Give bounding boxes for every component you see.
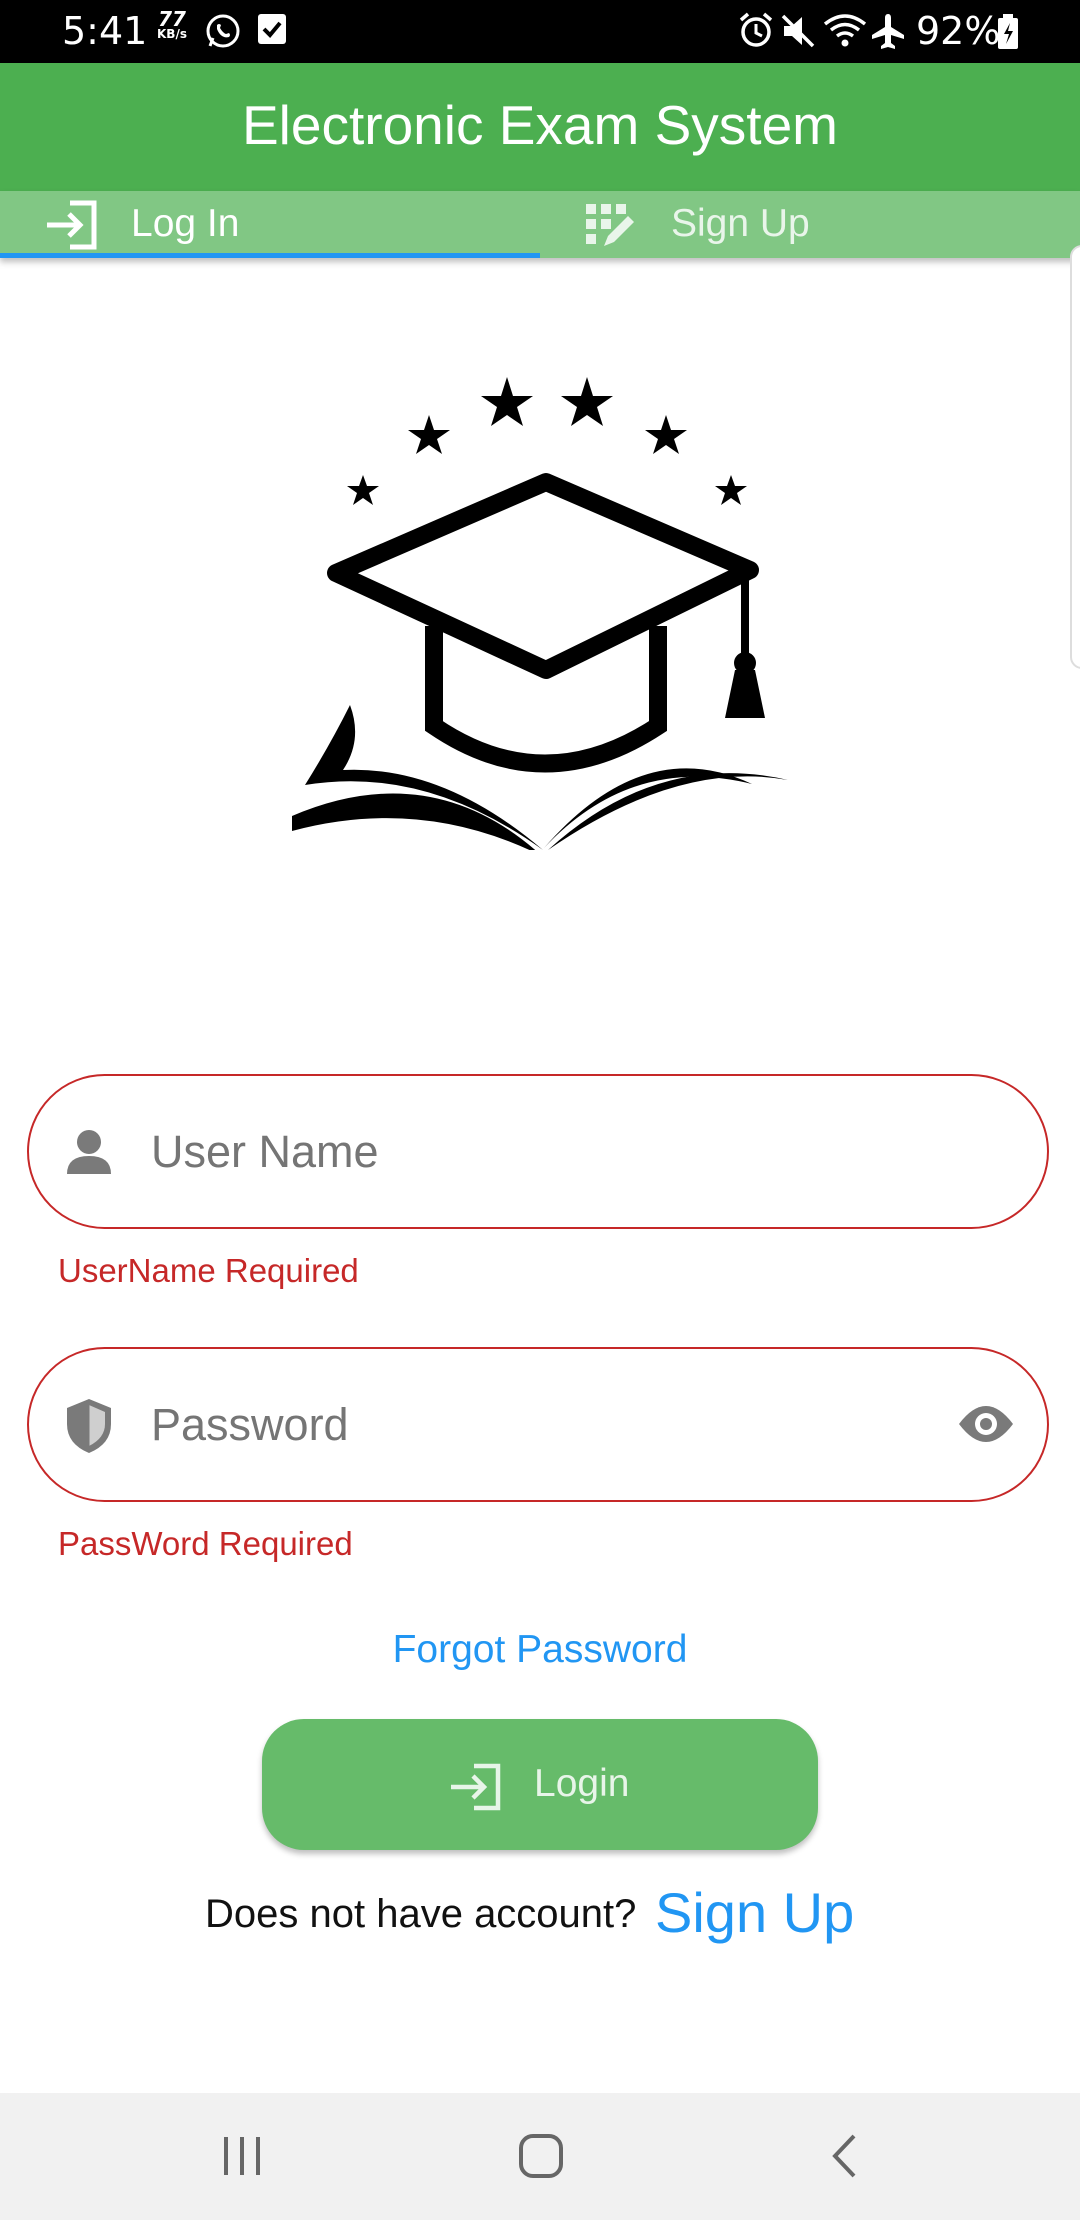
tab-indicator xyxy=(0,253,540,258)
app-title: Electronic Exam System xyxy=(241,94,838,156)
tab-log-in[interactable]: Log In xyxy=(0,191,540,258)
tab-sign-up[interactable]: Sign Up xyxy=(540,191,1080,258)
username-input[interactable] xyxy=(151,1116,931,1188)
graduation-cap-logo xyxy=(290,370,790,856)
login-button-label: Login xyxy=(534,1762,630,1805)
battery-charging-icon xyxy=(996,14,1020,54)
status-time: 5:41 xyxy=(62,9,148,53)
tab-sign-up-label: Sign Up xyxy=(671,202,810,245)
login-icon xyxy=(44,200,100,254)
tab-bar: Log In Sign Up xyxy=(0,191,1080,258)
net-speed: 77 KB/s xyxy=(152,7,192,42)
forgot-password-link[interactable]: Forgot Password xyxy=(0,1628,1080,1672)
username-error: UserName Required xyxy=(58,1252,359,1289)
app-registration-icon xyxy=(584,200,636,254)
drawer-edge-handle[interactable] xyxy=(1070,245,1080,669)
password-field[interactable] xyxy=(27,1347,1049,1502)
wifi-icon xyxy=(823,12,867,54)
username-field[interactable] xyxy=(27,1074,1049,1229)
sign-up-link[interactable]: Sign Up xyxy=(655,1880,854,1945)
recent-apps-icon[interactable] xyxy=(220,2133,264,2183)
tab-log-in-label: Log In xyxy=(131,202,240,245)
airplane-mode-icon xyxy=(870,12,906,54)
person-icon xyxy=(63,1126,115,1182)
whatsapp-icon xyxy=(204,12,242,54)
system-nav-bar xyxy=(0,2093,1080,2220)
password-input[interactable] xyxy=(151,1389,931,1461)
shield-icon xyxy=(63,1397,115,1459)
net-speed-value: 77 xyxy=(158,7,186,31)
login-button[interactable]: Login xyxy=(262,1719,818,1850)
mute-icon xyxy=(780,12,816,54)
login-icon xyxy=(448,1763,504,1815)
task-check-icon xyxy=(256,12,288,50)
home-icon[interactable] xyxy=(518,2133,564,2183)
battery-percent: 92% xyxy=(916,9,1001,53)
alarm-icon xyxy=(738,12,774,54)
back-icon[interactable] xyxy=(828,2133,862,2183)
signup-prompt-row: Does not have account? Sign Up xyxy=(0,1880,1080,1950)
visibility-toggle-icon[interactable] xyxy=(957,1404,1015,1448)
account-prompt-text: Does not have account? xyxy=(205,1892,637,1936)
net-speed-unit: KB/s xyxy=(157,27,187,41)
status-bar: 5:41 77 KB/s 92% xyxy=(0,0,1080,63)
app-bar: Electronic Exam System xyxy=(0,63,1080,191)
password-error: PassWord Required xyxy=(58,1525,353,1562)
